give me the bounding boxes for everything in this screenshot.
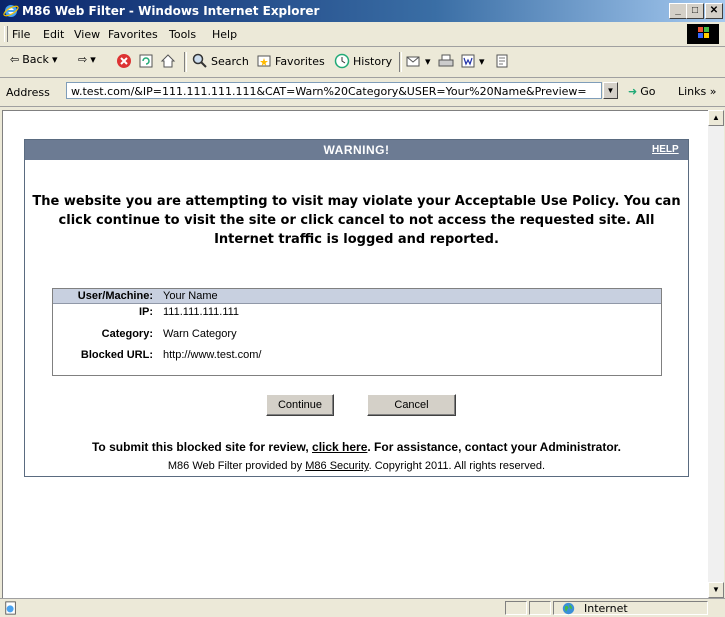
favorites-label: Favorites bbox=[275, 54, 325, 68]
user-label: User/Machine: bbox=[77, 290, 153, 302]
edit-button[interactable]: ▾ bbox=[460, 53, 485, 69]
menu-favorites[interactable]: Favorites bbox=[108, 28, 158, 41]
m86-security-link[interactable]: M86 Security bbox=[305, 460, 368, 472]
maximize-button[interactable]: □ bbox=[686, 3, 704, 19]
info-row-category: Category: Warn Category bbox=[53, 328, 661, 344]
info-row-url: Blocked URL: http://www.test.com/ bbox=[53, 349, 661, 365]
category-value: Warn Category bbox=[163, 328, 237, 340]
search-button[interactable]: Search bbox=[192, 53, 249, 69]
warning-message: The website you are attempting to visit … bbox=[32, 194, 681, 247]
favorites-icon bbox=[257, 55, 271, 67]
window-titlebar[interactable]: M86 Web Filter - Windows Internet Explor… bbox=[0, 0, 725, 22]
scroll-up-button[interactable]: ▲ bbox=[708, 110, 724, 126]
page-status-icon bbox=[5, 601, 16, 615]
address-bar: Address w.test.com/&IP=111.111.111.111&C… bbox=[0, 78, 725, 107]
history-button[interactable]: History bbox=[334, 53, 392, 69]
go-arrow-icon: ➜ bbox=[628, 85, 638, 98]
back-arrow-icon: ⇦ bbox=[10, 53, 20, 66]
address-input[interactable]: w.test.com/&IP=111.111.111.111&CAT=Warn%… bbox=[66, 82, 602, 99]
print-button[interactable] bbox=[438, 53, 454, 69]
go-label: Go bbox=[640, 85, 656, 98]
warning-panel: WARNING! HELP The website you are attemp… bbox=[24, 139, 689, 477]
menu-edit[interactable]: Edit bbox=[43, 28, 64, 41]
status-cell bbox=[505, 601, 527, 615]
scroll-down-button[interactable]: ▼ bbox=[708, 582, 724, 598]
window-title: M86 Web Filter - Windows Internet Explor… bbox=[22, 4, 320, 18]
toolbar-grip bbox=[4, 26, 8, 42]
footer-prefix: M86 Web Filter provided by bbox=[167, 460, 306, 472]
submit-text-prefix: To submit this blocked site for review, bbox=[91, 440, 313, 454]
home-button[interactable] bbox=[160, 53, 176, 69]
minimize-button[interactable]: _ bbox=[669, 3, 687, 19]
back-label: Back bbox=[22, 53, 49, 66]
links-button[interactable]: Links » bbox=[678, 85, 716, 98]
back-button[interactable]: ⇦ Back ▾ bbox=[10, 53, 57, 66]
user-value: Your Name bbox=[163, 290, 218, 302]
stop-button[interactable] bbox=[116, 53, 132, 69]
forward-button[interactable]: ⇨ ▾ bbox=[78, 53, 96, 66]
favorites-button[interactable]: Favorites bbox=[256, 53, 325, 69]
close-button[interactable]: ✕ bbox=[705, 3, 723, 19]
zone-label: Internet bbox=[584, 602, 628, 615]
forward-arrow-icon: ⇨ bbox=[78, 53, 88, 66]
security-zone: Internet bbox=[553, 601, 708, 615]
history-icon bbox=[334, 53, 350, 69]
go-button[interactable]: ➜ Go bbox=[628, 85, 655, 98]
dropdown-arrow-icon[interactable]: ▾ bbox=[90, 53, 96, 66]
menu-file[interactable]: File bbox=[12, 28, 30, 41]
home-icon bbox=[160, 54, 176, 68]
word-edit-icon bbox=[461, 54, 475, 68]
click-here-link[interactable]: click here bbox=[312, 440, 367, 454]
footer-suffix: . Copyright 2011. All rights reserved. bbox=[368, 460, 546, 472]
continue-button[interactable]: Continue bbox=[266, 394, 334, 416]
ip-label: IP: bbox=[138, 306, 153, 318]
warning-header: WARNING! HELP bbox=[25, 140, 688, 160]
discuss-button[interactable] bbox=[494, 53, 510, 69]
vertical-scrollbar[interactable]: ▲ ▼ bbox=[708, 110, 724, 598]
help-link[interactable]: HELP bbox=[652, 144, 679, 155]
ie-logo-icon bbox=[3, 5, 19, 17]
address-label: Address bbox=[6, 86, 50, 99]
mail-button[interactable]: ▾ bbox=[406, 53, 431, 69]
dropdown-arrow-icon[interactable]: ▾ bbox=[52, 53, 58, 66]
print-icon bbox=[438, 54, 454, 67]
submit-review-text: To submit this blocked site for review, … bbox=[25, 440, 688, 454]
menu-tools[interactable]: Tools bbox=[169, 28, 196, 41]
menu-view[interactable]: View bbox=[74, 28, 100, 41]
history-label: History bbox=[353, 54, 393, 68]
menu-help[interactable]: Help bbox=[212, 28, 237, 41]
request-info-table: User/Machine: Your Name IP: 111.111.111.… bbox=[52, 288, 662, 376]
info-row-user: User/Machine: Your Name bbox=[53, 290, 661, 306]
dropdown-arrow-icon[interactable]: ▾ bbox=[479, 55, 485, 68]
menu-bar: File Edit View Favorites Tools Help bbox=[0, 22, 725, 47]
info-row-ip: IP: 111.111.111.111 bbox=[53, 306, 661, 322]
discuss-icon bbox=[496, 54, 508, 68]
submit-text-suffix: . For assistance, contact your Administr… bbox=[367, 440, 622, 454]
footer-copyright: M86 Web Filter provided by M86 Security.… bbox=[25, 460, 688, 472]
status-cell bbox=[529, 601, 551, 615]
refresh-icon bbox=[139, 54, 153, 68]
category-label: Category: bbox=[101, 328, 153, 340]
status-bar: Internet bbox=[0, 598, 725, 617]
toolbar-separator bbox=[184, 52, 187, 72]
warning-title: WARNING! bbox=[323, 143, 390, 157]
refresh-button[interactable] bbox=[138, 53, 154, 69]
mail-icon bbox=[406, 56, 420, 67]
ip-value: 111.111.111.111 bbox=[163, 306, 240, 318]
cancel-button[interactable]: Cancel bbox=[367, 394, 456, 416]
globe-icon bbox=[562, 602, 575, 615]
toolbar-separator bbox=[399, 52, 402, 72]
search-label: Search bbox=[211, 54, 249, 68]
search-icon bbox=[192, 53, 207, 68]
page-content: WARNING! HELP The website you are attemp… bbox=[2, 110, 709, 599]
windows-logo-icon bbox=[687, 24, 719, 44]
blocked-url-value: http://www.test.com/ bbox=[163, 349, 262, 361]
address-dropdown-button[interactable]: ▼ bbox=[603, 82, 618, 99]
standard-toolbar: ⇦ Back ▾ ⇨ ▾ Search Favorites History ▾ … bbox=[0, 47, 725, 78]
blocked-url-label: Blocked URL: bbox=[80, 349, 153, 361]
dropdown-arrow-icon[interactable]: ▾ bbox=[425, 55, 431, 68]
stop-icon bbox=[117, 54, 131, 68]
